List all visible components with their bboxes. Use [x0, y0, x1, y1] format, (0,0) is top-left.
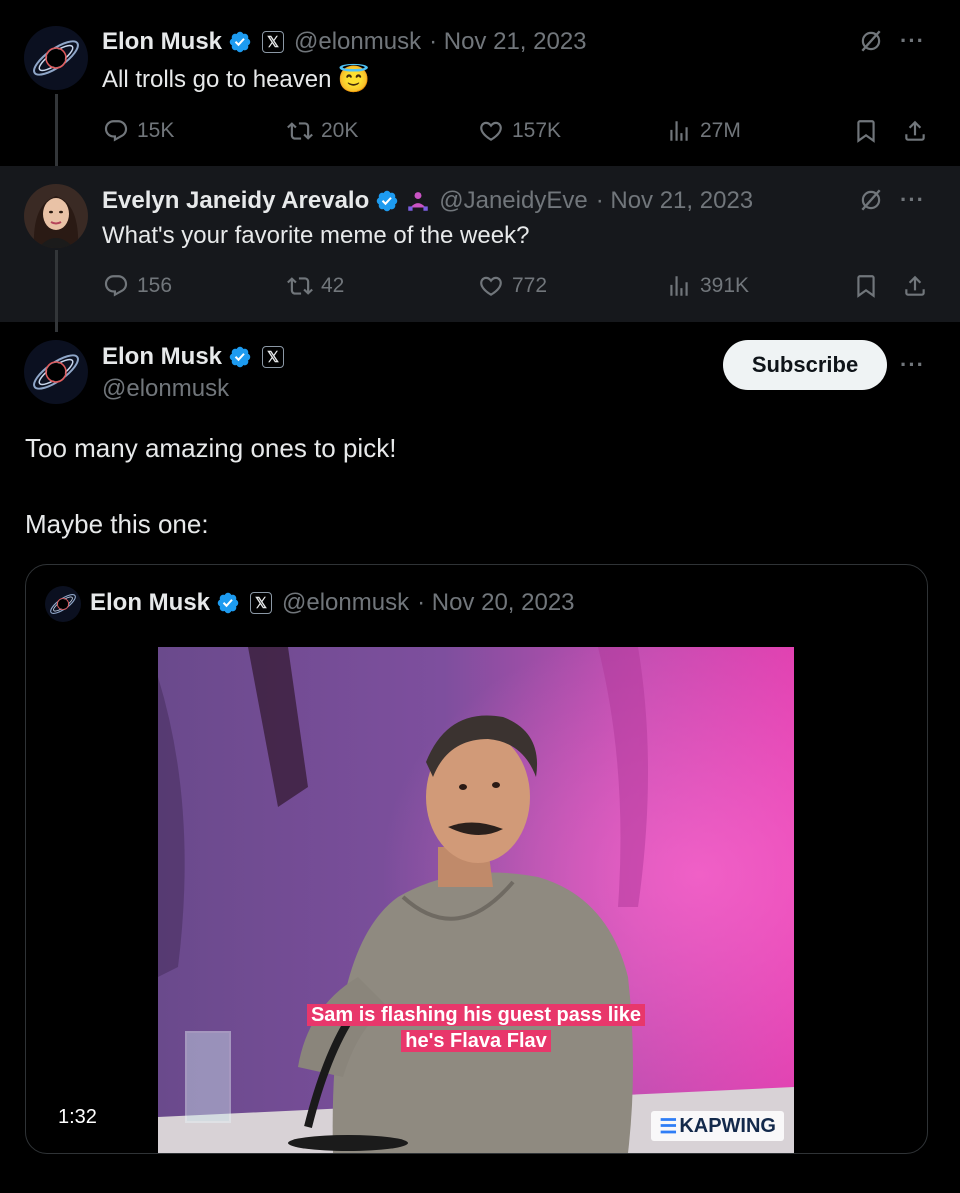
avatar-elon[interactable] [24, 26, 88, 90]
kapwing-label: KAPWING [679, 1114, 776, 1137]
quoted-header: Elon Musk 𝕏 @elonmusk · Nov 20, 2023 [90, 589, 575, 617]
more-icon[interactable]: ··· [900, 352, 925, 378]
video-frame [158, 647, 794, 1153]
video-duration: 1:32 [58, 1106, 97, 1128]
share-icon [902, 118, 928, 144]
more-icon[interactable]: ··· [900, 187, 925, 213]
repost-count: 42 [321, 274, 345, 297]
share-button[interactable] [902, 273, 928, 299]
views-button[interactable]: 27M [666, 118, 741, 144]
author-handle[interactable]: @elonmusk [294, 28, 421, 56]
kapwing-watermark: ☰ KAPWING [651, 1111, 784, 1141]
x-affiliate-icon[interactable]: 𝕏 [262, 346, 285, 368]
kapwing-logo-icon: ☰ [659, 1115, 678, 1138]
main-tweet-header: Elon Musk 𝕏 [102, 343, 285, 371]
tweet-date[interactable]: · Nov 21, 2023 [429, 28, 586, 56]
author-name[interactable]: Evelyn Janeidy Arevalo [102, 187, 369, 215]
like-icon [478, 273, 504, 299]
thread-line [55, 94, 58, 168]
bookmark-button[interactable] [853, 273, 879, 299]
repost-button[interactable]: 42 [287, 273, 344, 299]
tweet2-text: What's your favorite meme of the week? [102, 222, 529, 250]
views-button[interactable]: 391K [666, 273, 749, 299]
like-count: 772 [512, 274, 548, 297]
quoted-avatar[interactable] [45, 586, 81, 622]
tweet-text: What's your favorite meme of the week? [102, 222, 530, 249]
reply-count: 15K [137, 119, 175, 142]
verified-icon[interactable] [375, 189, 399, 213]
bookmark-icon [853, 118, 879, 144]
author-name[interactable]: Elon Musk [102, 343, 222, 371]
views-count: 391K [700, 274, 750, 297]
angel-emoji: 😇 [337, 64, 370, 94]
quoted-author-handle[interactable]: @elonmusk [282, 589, 409, 617]
grok-icon[interactable] [858, 28, 884, 54]
verified-icon[interactable] [216, 591, 240, 615]
avatar-elon[interactable] [24, 340, 88, 404]
quoted-date[interactable]: · Nov 20, 2023 [417, 589, 574, 617]
views-icon [666, 118, 692, 144]
like-button[interactable]: 157K [478, 118, 561, 144]
share-icon [902, 273, 928, 299]
main-tweet-line1: Too many amazing ones to pick! [25, 433, 397, 463]
reply-button[interactable]: 15K [103, 118, 174, 144]
x-affiliate-icon[interactable]: 𝕏 [262, 31, 285, 53]
subscribe-button[interactable]: Subscribe [723, 340, 887, 390]
quoted-author-name[interactable]: Elon Musk [90, 589, 210, 617]
video-player[interactable]: Sam is flashing his guest pass like he's… [158, 647, 794, 1153]
tweet-date[interactable]: · Nov 21, 2023 [596, 187, 753, 215]
bookmark-icon [853, 273, 879, 299]
video-caption-line1: Sam is flashing his guest pass like [158, 1002, 794, 1028]
affiliate-badge-icon[interactable] [405, 188, 431, 214]
repost-count: 20K [321, 119, 359, 142]
avatar-evelyn[interactable] [24, 184, 88, 248]
reply-icon [103, 118, 129, 144]
share-button[interactable] [902, 118, 928, 144]
like-button[interactable]: 772 [478, 273, 547, 299]
repost-button[interactable]: 20K [287, 118, 358, 144]
reply-count: 156 [137, 274, 173, 297]
bookmark-button[interactable] [853, 118, 879, 144]
grok-icon[interactable] [858, 187, 884, 213]
main-tweet-line2: Maybe this one: [25, 509, 209, 539]
author-handle[interactable]: @elonmusk [102, 375, 229, 403]
tweet1-header: Elon Musk 𝕏 @elonmusk · Nov 21, 2023 [102, 28, 587, 56]
author-handle[interactable]: @JaneidyEve [439, 187, 587, 215]
verified-icon[interactable] [228, 345, 252, 369]
tweet1-text: All trolls go to heaven 😇 [102, 64, 370, 95]
repost-icon [287, 118, 313, 144]
reply-icon [103, 273, 129, 299]
like-count: 157K [512, 119, 562, 142]
views-icon [666, 273, 692, 299]
views-count: 27M [700, 119, 741, 142]
x-affiliate-icon[interactable]: 𝕏 [250, 592, 273, 614]
verified-icon[interactable] [228, 30, 252, 54]
tweet2-header: Evelyn Janeidy Arevalo @JaneidyEve · Nov… [102, 187, 753, 215]
like-icon [478, 118, 504, 144]
repost-icon [287, 273, 313, 299]
thread-line [55, 250, 58, 332]
author-name[interactable]: Elon Musk [102, 28, 222, 56]
video-caption-line2: he's Flava Flav [158, 1028, 794, 1054]
more-icon[interactable]: ··· [900, 28, 925, 54]
tweet-text: All trolls go to heaven [102, 65, 332, 93]
reply-button[interactable]: 156 [103, 273, 172, 299]
